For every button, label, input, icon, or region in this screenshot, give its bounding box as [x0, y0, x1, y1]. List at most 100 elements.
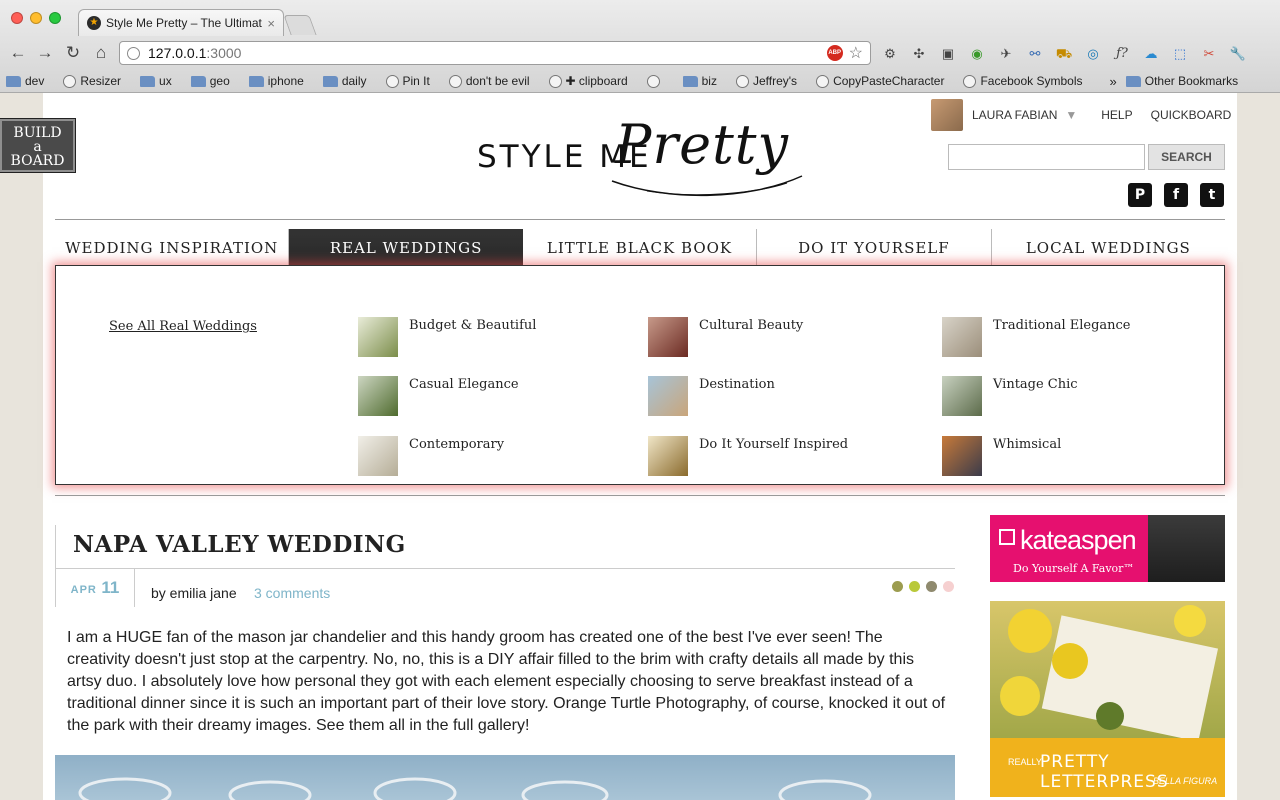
ad-brand: kateaspen — [1020, 525, 1137, 555]
comments-link[interactable]: 3 comments — [254, 585, 330, 601]
see-all-real-weddings-link[interactable]: See All Real Weddings — [109, 319, 257, 334]
refresh-extension-icon[interactable]: ◉ — [967, 44, 987, 64]
post-title[interactable]: NAPA VALLEY WEDDING — [73, 531, 406, 558]
category-link[interactable]: Casual Elegance — [358, 376, 519, 416]
bookmark-item[interactable]: biz — [682, 74, 717, 88]
reload-icon[interactable]: ↻ — [63, 43, 83, 63]
new-tab-button[interactable] — [283, 15, 317, 35]
bookmark-item[interactable]: daily — [322, 74, 367, 88]
search-input[interactable] — [948, 144, 1145, 170]
ad-tagline: Do Yourself A Favor™ — [1013, 562, 1135, 575]
twitter-icon[interactable]: t — [1200, 183, 1224, 207]
facebook-icon[interactable]: f — [1164, 183, 1188, 207]
site-logo[interactable]: STYLE ME Pretty — [477, 111, 807, 203]
address-bar[interactable]: 127.0.0.1:3000 ABP ☆ — [119, 41, 871, 65]
bookmark-label: iphone — [267, 74, 304, 88]
color-swatch[interactable] — [943, 581, 954, 592]
quickboard-link[interactable]: QUICKBOARD — [1151, 108, 1232, 122]
kate-aspen-ad[interactable]: kateaspen Do Yourself A Favor™ — [990, 515, 1225, 582]
bookmark-star-icon[interactable]: ☆ — [849, 43, 863, 63]
nav-item-local-weddings[interactable]: LOCAL WEDDINGS — [992, 229, 1225, 265]
category-link[interactable]: Contemporary — [358, 436, 504, 476]
build-board-line: BOARD — [10, 153, 65, 169]
bookmark-item[interactable]: Resizer — [63, 74, 121, 88]
user-name-link[interactable]: LAURA FABIAN — [972, 108, 1057, 122]
bookmark-item[interactable]: Jeffrey's — [735, 74, 797, 88]
nav-item-little-black-book[interactable]: LITTLE BLACK BOOK — [523, 229, 758, 265]
social-links: Pft — [1128, 183, 1224, 207]
category-label: Contemporary — [409, 437, 505, 452]
puzzle-extension-icon[interactable]: ✣ — [909, 44, 929, 64]
url-text[interactable]: 127.0.0.1:3000 — [148, 45, 827, 61]
category-link[interactable]: Cultural Beauty — [648, 317, 803, 357]
post-photo[interactable] — [55, 755, 955, 800]
nav-item-do-it-yourself[interactable]: DO IT YOURSELF — [757, 229, 992, 265]
globe-icon — [816, 74, 830, 88]
other-bookmarks[interactable]: Other Bookmarks — [1125, 74, 1239, 88]
globe-icon — [448, 74, 462, 88]
bookmark-item[interactable] — [646, 74, 664, 88]
caret-down-icon[interactable]: ▼ — [1065, 108, 1077, 122]
content-divider — [55, 495, 1225, 496]
nav-item-real-weddings[interactable]: REAL WEDDINGS — [289, 229, 523, 265]
color-palette — [892, 581, 954, 592]
forward-icon[interactable]: → — [35, 43, 55, 63]
category-label: Budget & Beautiful — [409, 318, 537, 333]
bookmark-item[interactable]: geo — [190, 74, 230, 88]
eye-extension-icon[interactable]: ◎ — [1083, 44, 1103, 64]
category-link[interactable]: Do It Yourself Inspired — [648, 436, 848, 476]
category-label: Vintage Chic — [993, 377, 1078, 392]
link-extension-icon[interactable]: ⚯ — [1025, 44, 1045, 64]
bird-extension-icon[interactable]: ✈ — [996, 44, 1016, 64]
other-bookmarks-label: Other Bookmarks — [1144, 74, 1239, 88]
window-extension-icon[interactable]: ▣ — [938, 44, 958, 64]
build-a-board-button[interactable]: BUILD a BOARD — [0, 118, 76, 173]
bookmark-item[interactable]: ✚ clipboard — [548, 74, 628, 88]
bookmark-item[interactable]: don't be evil — [448, 74, 530, 88]
post-author[interactable]: by emilia jane — [151, 585, 237, 601]
wrench-icon[interactable]: 🔧 — [1228, 44, 1248, 64]
search-button[interactable]: SEARCH — [1148, 144, 1225, 170]
bookmark-item[interactable]: dev — [6, 74, 44, 88]
home-icon[interactable]: ⌂ — [91, 43, 111, 63]
adblock-icon[interactable]: ABP — [826, 45, 843, 61]
globe-icon — [646, 74, 660, 88]
bookmark-item[interactable]: ux — [140, 74, 172, 88]
pinterest-icon[interactable]: P — [1128, 183, 1152, 207]
bookmark-item[interactable]: Facebook Symbols — [963, 74, 1083, 88]
font-extension-icon[interactable]: ƒ? — [1112, 44, 1132, 64]
back-icon[interactable]: ← — [8, 43, 28, 63]
bookmark-item[interactable]: Pin It — [385, 74, 430, 88]
avatar[interactable] — [931, 99, 963, 131]
gear-extension-icon[interactable]: ⚙ — [880, 44, 900, 64]
resize-extension-icon[interactable]: ⬚ — [1170, 44, 1190, 64]
nav-item-wedding-inspiration[interactable]: WEDDING INSPIRATION — [55, 229, 290, 265]
truck-extension-icon[interactable]: ⛟ — [1054, 44, 1074, 64]
color-swatch[interactable] — [909, 581, 920, 592]
category-link[interactable]: Vintage Chic — [942, 376, 1078, 416]
tools-extension-icon[interactable]: ✂ — [1199, 44, 1219, 64]
category-label: Cultural Beauty — [699, 318, 804, 333]
folder-icon — [1125, 75, 1141, 87]
bookmark-item[interactable]: iphone — [248, 74, 304, 88]
bookmarks-overflow-icon[interactable]: » — [1110, 74, 1117, 89]
category-link[interactable]: Whimsical — [942, 436, 1061, 476]
browser-tab[interactable]: ★ Style Me Pretty – The Ultimat × — [78, 9, 284, 36]
folder-icon — [682, 75, 698, 87]
minimize-window-button[interactable] — [30, 12, 42, 24]
close-window-button[interactable] — [11, 12, 23, 24]
category-link[interactable]: Budget & Beautiful — [358, 317, 536, 357]
zoom-window-button[interactable] — [49, 12, 61, 24]
bookmark-label: Pin It — [402, 74, 430, 88]
category-link[interactable]: Traditional Elegance — [942, 317, 1131, 357]
bookmark-item[interactable]: CopyPasteCharacter — [816, 74, 944, 88]
help-link[interactable]: HELP — [1101, 108, 1132, 122]
ad-title: PRETTY LETTERPRESS — [1040, 752, 1169, 792]
cloud-extension-icon[interactable]: ☁ — [1141, 44, 1161, 64]
color-swatch[interactable] — [926, 581, 937, 592]
tab-close-icon[interactable]: × — [267, 16, 275, 31]
category-link[interactable]: Destination — [648, 376, 775, 416]
color-swatch[interactable] — [892, 581, 903, 592]
letterpress-ad[interactable]: REALLY PRETTY LETTERPRESS BELLA FIGURA — [990, 601, 1225, 797]
browser-chrome: ★ Style Me Pretty – The Ultimat × ← → ↻ … — [0, 0, 1280, 93]
